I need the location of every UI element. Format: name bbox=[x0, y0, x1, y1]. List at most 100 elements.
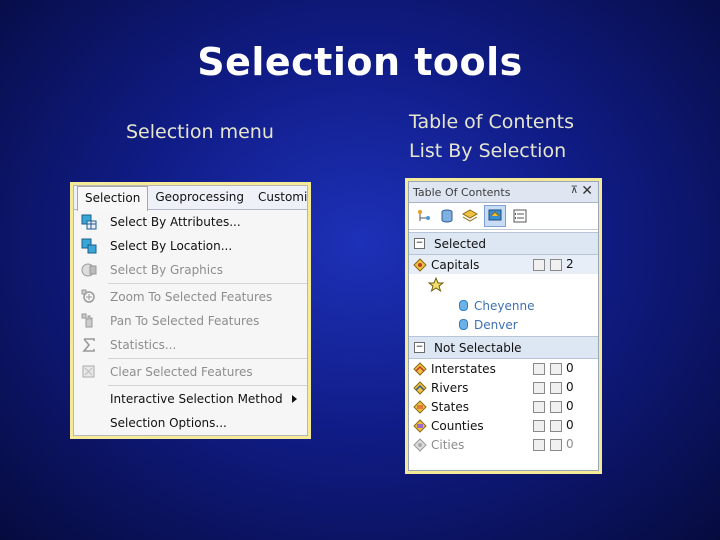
clear-selection-icon bbox=[80, 364, 98, 380]
layer-clear-checkbox[interactable] bbox=[550, 439, 562, 451]
toc-caption-line2: List By Selection bbox=[409, 140, 567, 162]
toc-caption-line1: Table of Contents bbox=[409, 111, 574, 133]
selected-count: 0 bbox=[566, 361, 574, 375]
menu-customize[interactable]: Customiz bbox=[251, 186, 307, 209]
menu-selection[interactable]: Selection bbox=[77, 186, 149, 211]
group-label: Selected bbox=[434, 236, 487, 251]
selected-count: 0 bbox=[566, 437, 574, 451]
pan-to-selected-item[interactable]: Pan To Selected Features bbox=[74, 309, 307, 333]
layer-selectable-checkbox[interactable] bbox=[533, 363, 545, 375]
menu-separator bbox=[108, 385, 307, 386]
zoom-selected-icon bbox=[80, 289, 98, 305]
layer-selectable-checkbox[interactable] bbox=[533, 382, 545, 394]
layer-counties[interactable]: Counties 0 bbox=[409, 416, 598, 435]
select-graphics-icon bbox=[80, 262, 98, 278]
menu-separator bbox=[108, 283, 307, 284]
list-by-source-icon[interactable] bbox=[438, 207, 456, 225]
clear-selected-item[interactable]: Clear Selected Features bbox=[74, 360, 307, 384]
menu-item-label: Select By Graphics bbox=[110, 263, 223, 277]
star-icon bbox=[428, 277, 444, 293]
menu-item-label: Zoom To Selected Features bbox=[110, 290, 273, 304]
select-by-graphics-item[interactable]: Select By Graphics bbox=[74, 258, 307, 282]
layer-line-icon bbox=[412, 380, 428, 395]
layer-polygon-icon bbox=[412, 399, 428, 414]
sigma-icon bbox=[80, 337, 98, 353]
layer-point-icon bbox=[412, 257, 428, 272]
selected-count: 0 bbox=[566, 418, 574, 432]
layer-name: Counties bbox=[431, 418, 484, 433]
group-selected[interactable]: − Selected bbox=[409, 232, 598, 255]
list-by-visibility-icon[interactable] bbox=[461, 207, 479, 225]
layer-selectable-checkbox[interactable] bbox=[533, 439, 545, 451]
layer-name: Capitals bbox=[431, 257, 480, 272]
list-by-drawing-order-icon[interactable] bbox=[415, 207, 433, 225]
layer-clear-checkbox[interactable] bbox=[550, 363, 562, 375]
layer-clear-checkbox[interactable] bbox=[550, 401, 562, 413]
layer-clear-checkbox[interactable] bbox=[550, 420, 562, 432]
layer-selectable-checkbox[interactable] bbox=[533, 420, 545, 432]
list-by-selection-icon[interactable] bbox=[484, 205, 506, 227]
feature-icon bbox=[459, 319, 468, 330]
menu-item-label: Statistics... bbox=[110, 338, 177, 352]
layer-selectable-checkbox[interactable] bbox=[533, 259, 545, 271]
layer-polygon-icon bbox=[412, 418, 428, 433]
statistics-item[interactable]: Statistics... bbox=[74, 333, 307, 357]
collapse-toggle[interactable]: − bbox=[414, 238, 425, 249]
layer-interstates[interactable]: Interstates 0 bbox=[409, 359, 598, 378]
toc-screenshot: Table Of Contents ⊼ ✕ − Selected Capital… bbox=[405, 178, 602, 474]
feature-row[interactable]: Denver bbox=[409, 315, 598, 334]
layer-capitals[interactable]: Capitals 2 bbox=[409, 255, 598, 274]
layer-name: States bbox=[431, 399, 470, 414]
table-of-contents: Table Of Contents ⊼ ✕ − Selected Capital… bbox=[408, 181, 599, 471]
layer-name: Rivers bbox=[431, 380, 469, 395]
selected-count: 2 bbox=[566, 257, 574, 271]
selected-count: 0 bbox=[566, 399, 574, 413]
selected-count: 0 bbox=[566, 380, 574, 394]
feature-row[interactable]: Cheyenne bbox=[409, 296, 598, 315]
zoom-to-selected-item[interactable]: Zoom To Selected Features bbox=[74, 285, 307, 309]
selection-menu-items: Select By Attributes... Select By Locati… bbox=[74, 210, 307, 435]
blank-icon bbox=[80, 391, 98, 407]
select-by-location-item[interactable]: Select By Location... bbox=[74, 234, 307, 258]
menu-item-label: Pan To Selected Features bbox=[110, 314, 260, 328]
layer-name: Interstates bbox=[431, 361, 496, 376]
layer-cities[interactable]: Cities 0 bbox=[409, 435, 598, 454]
menu-item-label: Select By Attributes... bbox=[110, 215, 241, 229]
menu-item-label: Clear Selected Features bbox=[110, 365, 253, 379]
menu-item-label: Selection Options... bbox=[110, 416, 227, 430]
toc-header: Table Of Contents ⊼ ✕ bbox=[409, 182, 598, 203]
close-icon[interactable]: ✕ bbox=[581, 183, 593, 199]
interactive-selection-method-item[interactable]: Interactive Selection Method bbox=[74, 387, 307, 411]
layer-selectable-checkbox[interactable] bbox=[533, 401, 545, 413]
layer-name: Cities bbox=[431, 437, 465, 452]
select-by-attributes-item[interactable]: Select By Attributes... bbox=[74, 210, 307, 234]
collapse-toggle[interactable]: − bbox=[414, 342, 425, 353]
selection-menu-caption: Selection menu bbox=[126, 121, 274, 143]
pin-icon[interactable]: ⊼ bbox=[571, 185, 578, 196]
layer-clear-checkbox[interactable] bbox=[550, 259, 562, 271]
layer-point-icon bbox=[412, 437, 428, 452]
toc-caption: Table of Contents List By Selection bbox=[409, 108, 574, 166]
feature-name: Denver bbox=[474, 317, 518, 332]
layer-line-icon bbox=[412, 361, 428, 376]
menu-separator bbox=[108, 358, 307, 359]
group-label: Not Selectable bbox=[434, 340, 522, 355]
menu-geoprocessing[interactable]: Geoprocessing bbox=[148, 186, 251, 209]
pan-selected-icon bbox=[80, 313, 98, 329]
menu-item-label: Interactive Selection Method bbox=[110, 392, 283, 406]
toc-toolbar bbox=[409, 203, 598, 230]
submenu-arrow-icon bbox=[292, 395, 297, 403]
select-attributes-icon bbox=[80, 214, 98, 230]
layer-states[interactable]: States 0 bbox=[409, 397, 598, 416]
slide-title: Selection tools bbox=[197, 40, 523, 84]
group-not-selectable[interactable]: − Not Selectable bbox=[409, 336, 598, 359]
layer-clear-checkbox[interactable] bbox=[550, 382, 562, 394]
blank-icon bbox=[80, 415, 98, 431]
selection-menu: Selection Geoprocessing Customiz Select … bbox=[73, 185, 308, 436]
select-location-icon bbox=[80, 238, 98, 254]
feature-icon bbox=[459, 300, 468, 311]
toc-title: Table Of Contents bbox=[413, 185, 511, 199]
layer-rivers[interactable]: Rivers 0 bbox=[409, 378, 598, 397]
options-icon[interactable] bbox=[511, 207, 529, 225]
selection-options-item[interactable]: Selection Options... bbox=[74, 411, 307, 435]
